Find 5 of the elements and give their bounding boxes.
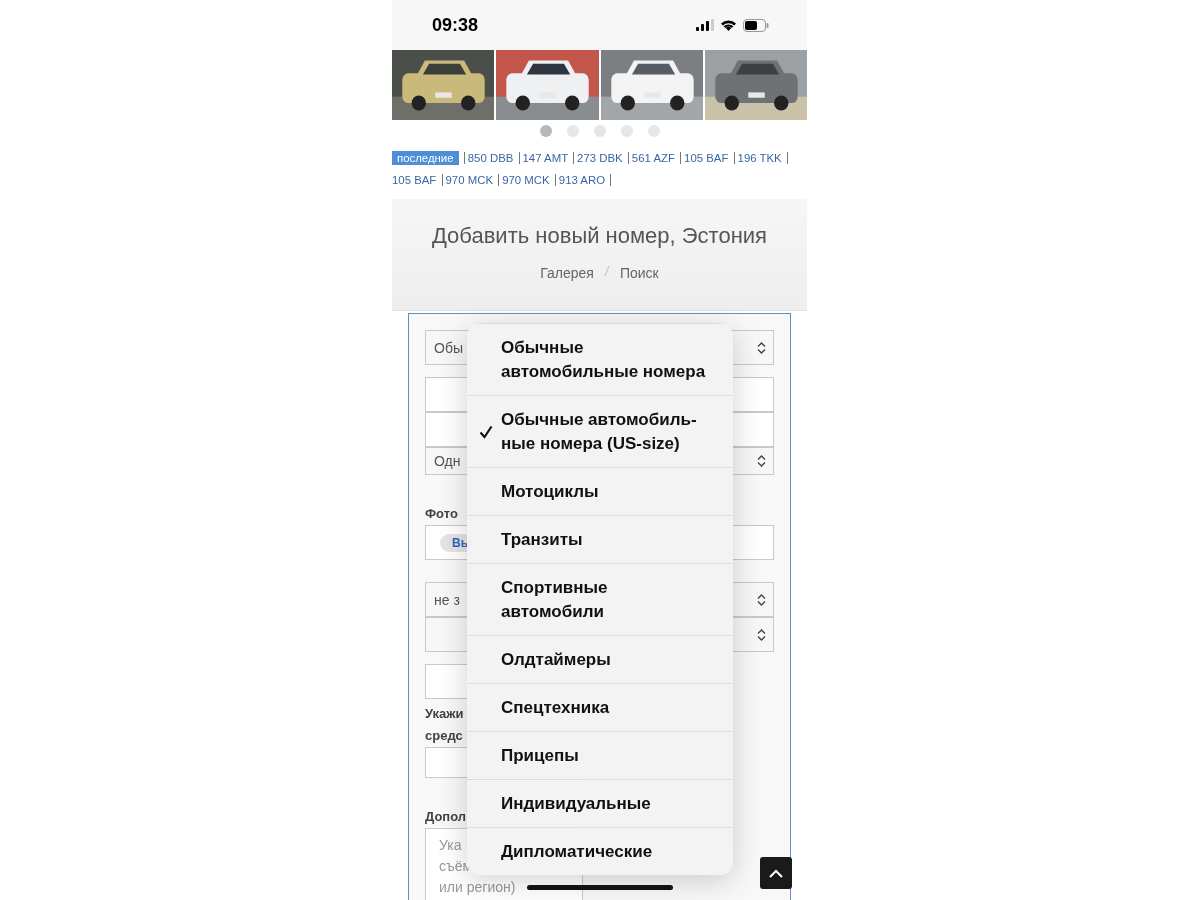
field-label: Укажи средс xyxy=(425,705,464,745)
field-label: Допол xyxy=(425,808,467,826)
clock-time: 09:38 xyxy=(432,14,479,36)
page-title: Добавить новый номер, Эстония xyxy=(430,223,769,249)
field-label: Фото xyxy=(425,505,458,523)
